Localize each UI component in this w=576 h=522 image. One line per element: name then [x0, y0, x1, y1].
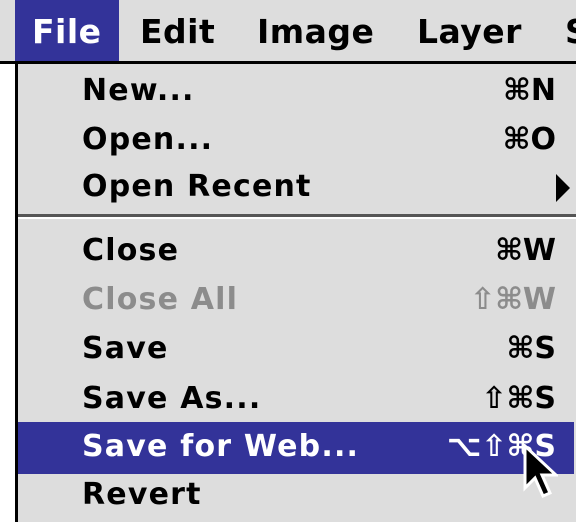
menu-item-shortcut: ⌘W	[495, 233, 556, 268]
menu-file[interactable]: File	[15, 0, 119, 61]
menu-item-close-all: Close All ⇧⌘W	[18, 275, 574, 325]
screen: File Edit Image Layer S New... ⌘N Open..…	[0, 0, 576, 522]
menu-item-open-recent[interactable]: Open Recent	[18, 162, 574, 212]
menu-item-save-for-web[interactable]: Save for Web... ⌥⇧⌘S	[18, 422, 574, 474]
menu-select-partial[interactable]: S	[565, 0, 576, 61]
menu-bar: File Edit Image Layer S	[0, 0, 576, 64]
menu-item-open[interactable]: Open... ⌘O	[18, 115, 574, 165]
menu-item-new[interactable]: New... ⌘N	[18, 66, 574, 116]
menu-item-label: Close	[82, 233, 180, 268]
arrow-pointer-icon	[523, 444, 558, 498]
menu-separator	[18, 214, 576, 219]
menu-item-save[interactable]: Save ⌘S	[18, 324, 574, 374]
menu-item-shortcut: ⌘S	[506, 331, 556, 366]
menu-edit[interactable]: Edit	[140, 0, 215, 61]
menu-item-close[interactable]: Close ⌘W	[18, 226, 574, 276]
menu-layer[interactable]: Layer	[417, 0, 522, 61]
triangle-right-icon	[556, 174, 570, 202]
menu-item-label: Revert	[82, 477, 202, 512]
file-menu-dropdown: New... ⌘N Open... ⌘O Open Recent Close ⌘…	[15, 64, 576, 522]
menu-item-label: Open...	[82, 122, 214, 157]
menu-item-shortcut: ⌘O	[502, 122, 556, 157]
menu-item-label: Save for Web...	[82, 429, 360, 464]
menu-item-shortcut: ⌘N	[503, 73, 556, 108]
menu-item-label: Save	[82, 331, 169, 366]
menu-item-label: Save As...	[82, 381, 262, 416]
menu-item-label: Close All	[82, 282, 239, 317]
menu-item-shortcut: ⇧⌘S	[481, 381, 556, 416]
menu-item-revert[interactable]: Revert	[18, 470, 574, 520]
menu-item-label: Open Recent	[82, 169, 312, 204]
menu-item-shortcut: ⇧⌘W	[469, 282, 556, 317]
menu-image[interactable]: Image	[257, 0, 374, 61]
menu-item-save-as[interactable]: Save As... ⇧⌘S	[18, 374, 574, 424]
menu-item-label: New...	[82, 73, 195, 108]
